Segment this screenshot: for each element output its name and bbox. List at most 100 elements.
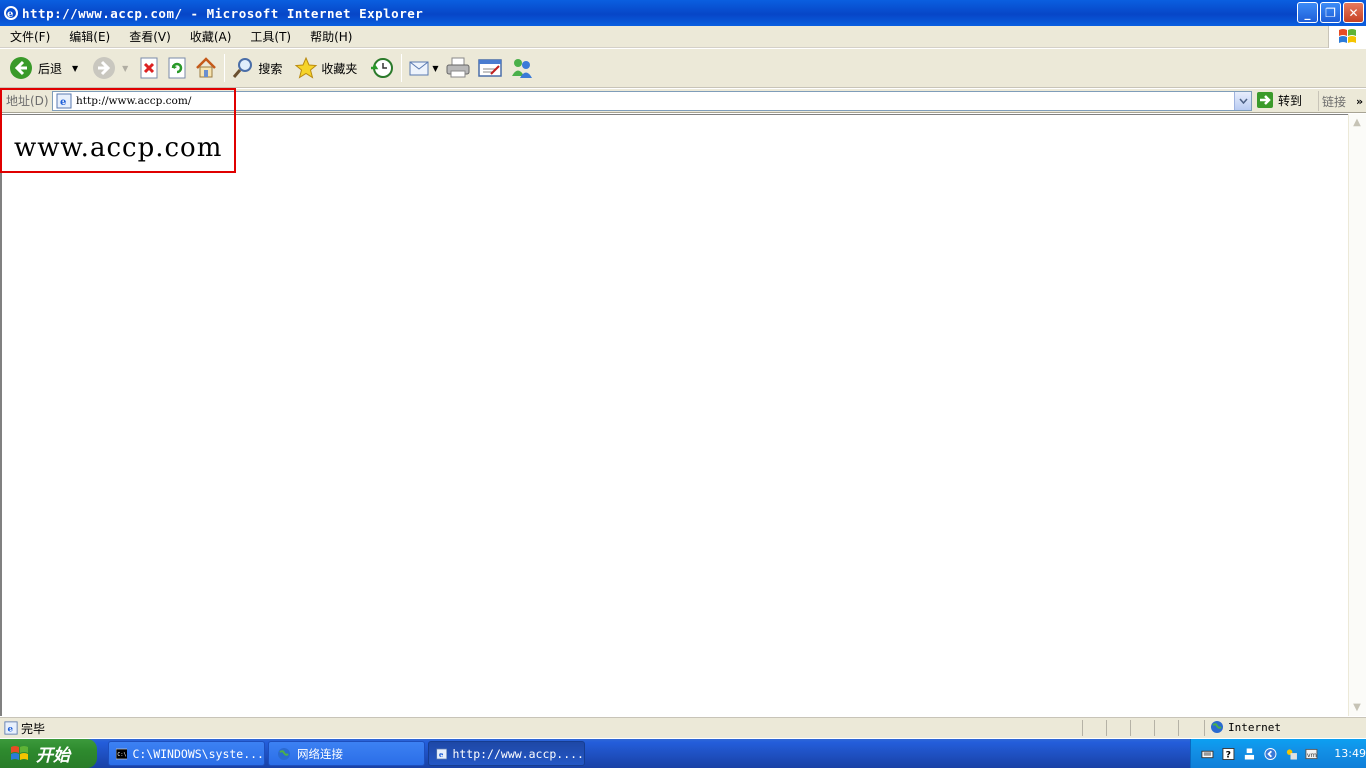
search-button[interactable]: 搜索: [228, 52, 285, 84]
go-arrow-icon: [1257, 92, 1273, 108]
back-arrow-icon: [10, 57, 32, 79]
chevron-down-icon: [1238, 98, 1248, 104]
page-done-icon: e: [4, 721, 18, 735]
close-button[interactable]: ✕: [1343, 2, 1364, 23]
taskbar-item-cmd[interactable]: C:\ C:\WINDOWS\syste...: [108, 741, 265, 766]
network-connections-icon: [278, 747, 290, 760]
status-bar: e 完毕 Internet: [0, 717, 1366, 738]
back-dropdown-icon[interactable]: ▼: [72, 64, 78, 73]
menu-view[interactable]: 查看(V): [119, 28, 180, 45]
svg-text:e: e: [439, 749, 444, 758]
status-divider: [1106, 720, 1107, 736]
toolbar-separator: [224, 54, 226, 82]
status-text: 完毕: [21, 721, 46, 736]
menu-file[interactable]: 文件(F): [0, 28, 59, 45]
go-button[interactable]: 转到: [1256, 91, 1302, 109]
address-bar: 地址(D) e http://www.accp.com/ 转到 链接 »: [0, 89, 1366, 113]
status-divider: [1130, 720, 1131, 736]
start-label: 开始: [36, 746, 70, 766]
edit-page-icon: [477, 59, 502, 77]
title-bar: e http://www.accp.com/ - Microsoft Inter…: [0, 0, 1366, 26]
menu-bar: 文件(F) 编辑(E) 查看(V) 收藏(A) 工具(T) 帮助(H): [0, 26, 1366, 48]
mail-icon: [409, 61, 429, 76]
favorites-label: 收藏夹: [321, 61, 358, 76]
menu-edit[interactable]: 编辑(E): [59, 28, 119, 45]
address-input[interactable]: e http://www.accp.com/: [52, 91, 1252, 111]
scroll-up-icon[interactable]: ▲: [1349, 114, 1365, 131]
forward-dropdown-icon[interactable]: ▼: [122, 64, 128, 73]
chevron-left-icon[interactable]: [1264, 747, 1277, 761]
window-title: http://www.accp.com/ - Microsoft Interne…: [22, 5, 424, 21]
mail-dropdown-icon[interactable]: ▼: [432, 64, 438, 73]
search-label: 搜索: [258, 61, 283, 76]
cmd-icon: C:\: [116, 748, 128, 759]
chevron-more-icon[interactable]: »: [1356, 95, 1363, 108]
address-url: http://www.accp.com/: [76, 95, 192, 107]
svg-text:e: e: [8, 725, 14, 735]
ie-icon: e: [4, 6, 18, 20]
window-controls: _ ❐ ✕: [1297, 2, 1364, 23]
standard-toolbar: 后退 ▼ ▼ 搜索 收藏夹 ▼: [0, 49, 1366, 88]
keyboard-icon[interactable]: [1201, 747, 1214, 761]
toolbar-separator: [401, 54, 403, 82]
globe-icon: [1211, 721, 1223, 733]
page-content: www.accp.com: [0, 114, 1348, 716]
status-divider: [1082, 720, 1083, 736]
minimize-button[interactable]: _: [1297, 2, 1318, 23]
taskbar: 开始 C:\ C:\WINDOWS\syste... 网络连接 e http:/…: [0, 739, 1366, 768]
edit-button[interactable]: [474, 52, 506, 84]
start-button[interactable]: 开始: [0, 739, 97, 768]
vertical-scrollbar[interactable]: ▲ ▼: [1348, 114, 1366, 716]
windows-logo: [1328, 26, 1366, 48]
status-indicator: e 完毕: [4, 720, 45, 737]
windows-flag-icon: [11, 745, 28, 760]
clock: 13:49: [1334, 747, 1366, 760]
mail-button[interactable]: ▼: [405, 52, 441, 84]
forward-button[interactable]: ▼: [89, 52, 131, 84]
taskbar-item-ie[interactable]: e http://www.accp....: [428, 741, 585, 766]
restore-button[interactable]: ❐: [1320, 2, 1341, 23]
messenger-icon: [511, 59, 532, 78]
security-zone[interactable]: Internet: [1210, 720, 1281, 734]
taskbar-item-label: 网络连接: [297, 746, 343, 761]
address-dropdown-button[interactable]: [1234, 92, 1251, 110]
address-label: 地址(D): [6, 94, 49, 108]
menu-tools[interactable]: 工具(T): [240, 28, 300, 45]
taskbar-item-label: C:\WINDOWS\syste...: [132, 746, 264, 761]
svg-text:C:\: C:\: [117, 752, 126, 758]
go-label: 转到: [1278, 93, 1303, 108]
favorites-star-icon: [295, 56, 318, 79]
svg-text:e: e: [7, 9, 13, 20]
taskbar-item-network[interactable]: 网络连接: [268, 741, 425, 766]
svg-text:?: ?: [1226, 749, 1231, 760]
ime-icon[interactable]: [1285, 747, 1298, 761]
home-icon: [196, 57, 217, 78]
links-toolbar[interactable]: 链接 »: [1318, 91, 1363, 111]
system-tray: ? vm 13:49: [1190, 739, 1366, 768]
messenger-button[interactable]: [506, 52, 538, 84]
links-label: 链接: [1322, 94, 1347, 109]
print-icon: [446, 57, 470, 78]
svg-text:vm: vm: [1307, 750, 1317, 758]
status-divider: [1204, 720, 1205, 736]
help-icon[interactable]: ?: [1222, 747, 1235, 761]
back-button[interactable]: 后退 ▼: [6, 52, 81, 84]
scroll-down-icon[interactable]: ▼: [1349, 699, 1365, 716]
taskbar-item-label: http://www.accp....: [452, 746, 584, 761]
ie-icon: e: [436, 748, 448, 759]
page-heading: www.accp.com: [14, 133, 223, 163]
vmware-icon[interactable]: vm: [1305, 747, 1318, 761]
refresh-icon: [168, 57, 186, 79]
print-button[interactable]: [442, 52, 474, 84]
network-tray-icon[interactable]: [1243, 747, 1256, 761]
stop-button[interactable]: [135, 52, 163, 84]
refresh-button[interactable]: [163, 52, 191, 84]
windows-flag-icon: [1338, 29, 1356, 43]
menu-favorites[interactable]: 收藏(A): [180, 28, 241, 45]
home-button[interactable]: [191, 52, 221, 84]
menu-help[interactable]: 帮助(H): [300, 28, 361, 45]
favorites-button[interactable]: 收藏夹: [291, 52, 360, 84]
history-button[interactable]: [366, 52, 398, 84]
zone-label: Internet: [1228, 720, 1281, 734]
history-icon: [371, 58, 394, 78]
